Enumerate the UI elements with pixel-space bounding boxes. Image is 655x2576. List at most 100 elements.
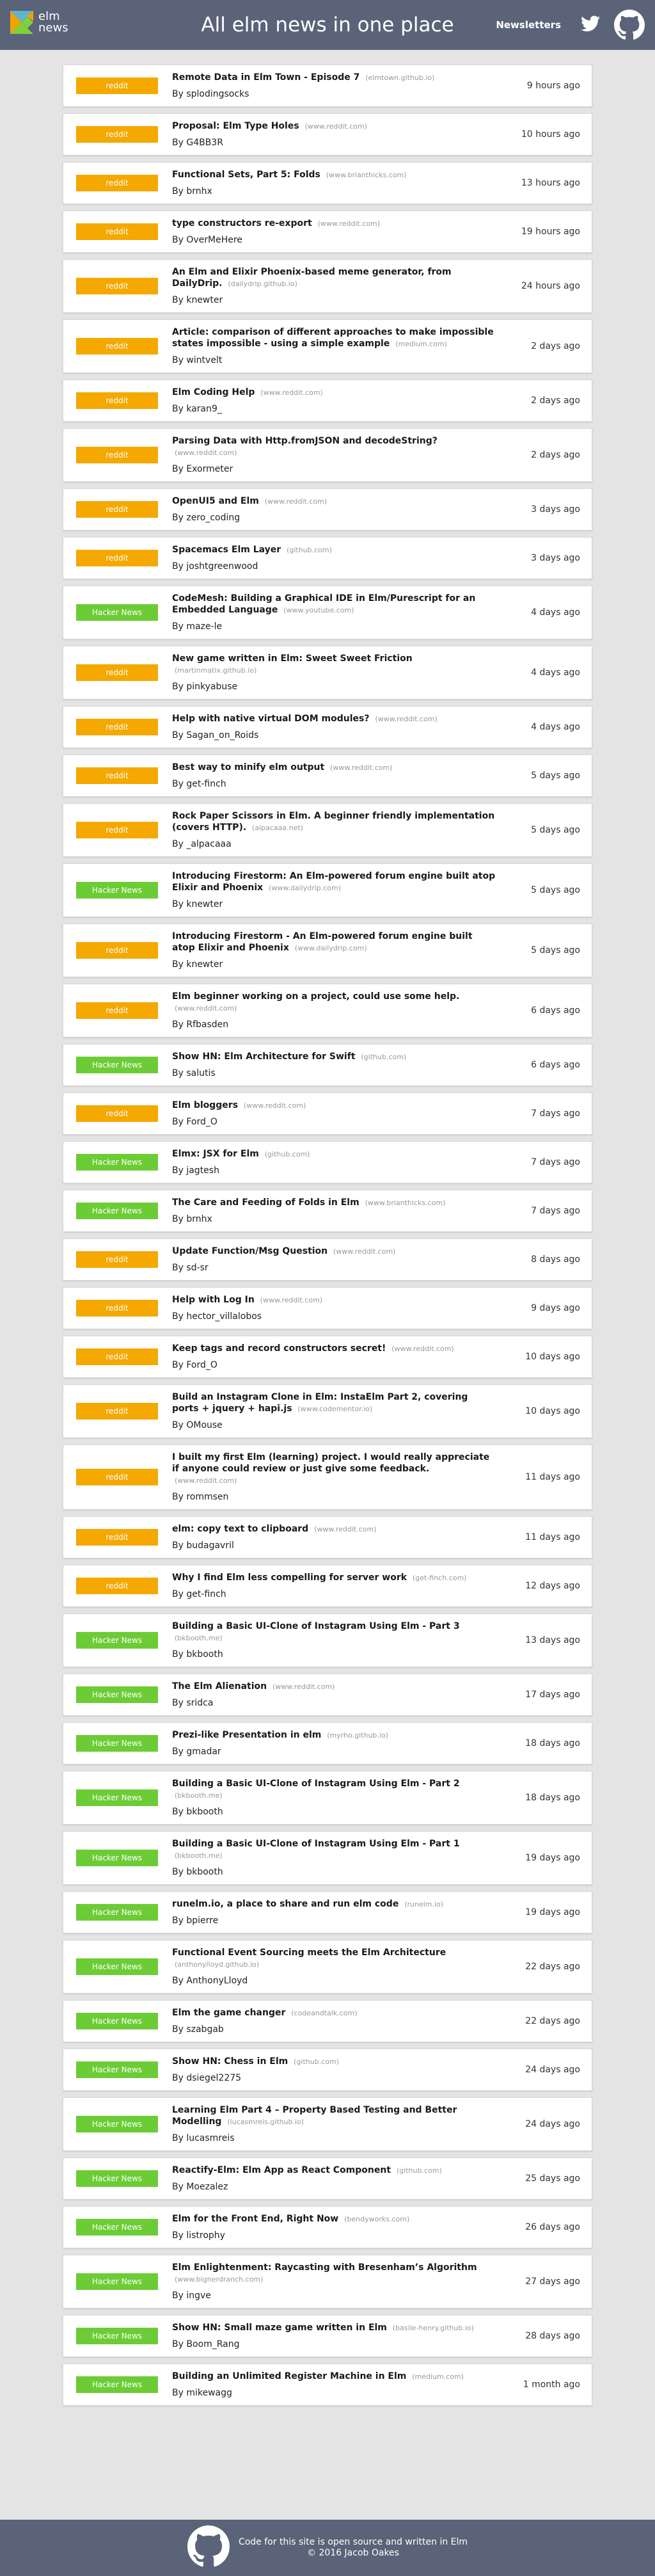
source-badge-link[interactable]: reddit bbox=[76, 223, 158, 240]
source-badge-link[interactable]: Hacker News bbox=[76, 2376, 158, 2393]
news-title-link[interactable]: Show HN: Elm Architecture for Swift bbox=[172, 1052, 356, 1062]
news-title-link[interactable]: type constructors re-export bbox=[172, 218, 312, 228]
source-badge-link[interactable]: reddit bbox=[76, 1105, 158, 1122]
news-title-link[interactable]: Elmx: JSX for Elm bbox=[172, 1149, 259, 1159]
news-domain: (www.reddit.com) bbox=[175, 1476, 237, 1485]
source-badge-link[interactable]: reddit bbox=[76, 942, 158, 959]
news-title-link[interactable]: An Elm and Elixir Phoenix-based meme gen… bbox=[172, 267, 452, 289]
news-title-link[interactable]: Elm Enlightenment: Raycasting with Brese… bbox=[172, 2262, 477, 2273]
source-badge-link[interactable]: Hacker News bbox=[76, 1789, 158, 1806]
source-badge-link[interactable]: reddit bbox=[76, 1348, 158, 1365]
news-title-link[interactable]: Help with native virtual DOM modules? bbox=[172, 714, 369, 724]
news-title-link[interactable]: Show HN: Chess in Elm bbox=[172, 2056, 288, 2067]
news-title-link[interactable]: Help with Log In bbox=[172, 1295, 255, 1305]
source-badge-link[interactable]: Hacker News bbox=[76, 1686, 158, 1703]
source-badge-link[interactable]: reddit bbox=[76, 1300, 158, 1316]
news-title-link[interactable]: New game written in Elm: Sweet Sweet Fri… bbox=[172, 653, 413, 664]
news-title-line: The Care and Feeding of Folds in Elm (ww… bbox=[172, 1197, 497, 1209]
source-badge-link[interactable]: Hacker News bbox=[76, 2013, 158, 2029]
news-title-link[interactable]: Functional Event Sourcing meets the Elm … bbox=[172, 1948, 446, 1958]
news-domain: (www.reddit.com) bbox=[175, 1004, 237, 1012]
source-badge-link[interactable]: Hacker News bbox=[76, 1203, 158, 1219]
source-badge-link[interactable]: reddit bbox=[76, 550, 158, 566]
news-title-link[interactable]: Learning Elm Part 4 – Property Based Tes… bbox=[172, 2105, 457, 2127]
news-title-link[interactable]: Show HN: Small maze game written in Elm bbox=[172, 2323, 387, 2333]
source-badge-link[interactable]: reddit bbox=[76, 1002, 158, 1019]
source-badge-link[interactable]: Hacker News bbox=[76, 2061, 158, 2078]
news-title-link[interactable]: Elm for the Front End, Right Now bbox=[172, 2214, 338, 2224]
source-badge-link[interactable]: reddit bbox=[76, 822, 158, 838]
source-badge-link[interactable]: Hacker News bbox=[76, 604, 158, 621]
news-title-link[interactable]: Proposal: Elm Type Holes bbox=[172, 121, 299, 131]
source-badge-link[interactable]: reddit bbox=[76, 392, 158, 409]
source-badge-link[interactable]: reddit bbox=[76, 664, 158, 681]
github-icon[interactable] bbox=[187, 2525, 230, 2570]
news-age: 18 days ago bbox=[525, 1793, 580, 1803]
source-badge-link[interactable]: reddit bbox=[76, 767, 158, 784]
news-title-link[interactable]: Functional Sets, Part 5: Folds bbox=[172, 170, 320, 180]
newsletters-link[interactable]: Newsletters bbox=[496, 19, 561, 31]
source-badge-link[interactable]: Hacker News bbox=[76, 1057, 158, 1073]
news-title-link[interactable]: Best way to minify elm output bbox=[172, 762, 324, 772]
source-badge-link[interactable]: reddit bbox=[76, 1578, 158, 1594]
source-badge-link[interactable]: Hacker News bbox=[76, 1904, 158, 1921]
source-badge-link[interactable]: reddit bbox=[76, 719, 158, 735]
news-title-link[interactable]: Parsing Data with Http.fromJSON and deco… bbox=[172, 436, 438, 446]
news-title-link[interactable]: Update Function/Msg Question bbox=[172, 1246, 328, 1256]
source-badge-link[interactable]: reddit bbox=[76, 1469, 158, 1485]
source-badge-link[interactable]: reddit bbox=[76, 1403, 158, 1420]
news-title-link[interactable]: runelm.io, a place to share and run elm … bbox=[172, 1899, 399, 1909]
source-badge-link[interactable]: reddit bbox=[76, 77, 158, 94]
news-title-link[interactable]: Prezi-like Presentation in elm bbox=[172, 1730, 321, 1740]
github-icon[interactable] bbox=[614, 10, 645, 43]
news-title-link[interactable]: Spacemacs Elm Layer bbox=[172, 545, 281, 555]
source-badge-link[interactable]: Hacker News bbox=[76, 1850, 158, 1866]
news-title-link[interactable]: I built my first Elm (learning) project.… bbox=[172, 1452, 489, 1474]
news-author: By bpierre bbox=[172, 1916, 219, 1926]
news-title-link[interactable]: Keep tags and record constructors secret… bbox=[172, 1343, 386, 1354]
news-title-link[interactable]: OpenUI5 and Elm bbox=[172, 496, 259, 506]
source-badge-link[interactable]: Hacker News bbox=[76, 1735, 158, 1752]
news-title-link[interactable]: Why I find Elm less compelling for serve… bbox=[172, 1572, 407, 1583]
news-title-link[interactable]: Elm bloggers bbox=[172, 1100, 238, 1110]
source-badge-link[interactable]: Hacker News bbox=[76, 2170, 158, 2187]
source-badge-link[interactable]: Hacker News bbox=[76, 2273, 158, 2290]
news-title-link[interactable]: Building a Basic UI-Clone of Instagram U… bbox=[172, 1621, 460, 1631]
source-badge-link[interactable]: Hacker News bbox=[76, 1154, 158, 1171]
source-badge-link[interactable]: reddit bbox=[76, 126, 158, 143]
source-badge-link[interactable]: reddit bbox=[76, 1251, 158, 1268]
news-title-link[interactable]: Elm the game changer bbox=[172, 2008, 285, 2018]
source-badge-link[interactable]: reddit bbox=[76, 338, 158, 355]
source-badge-link[interactable]: reddit bbox=[76, 278, 158, 294]
news-title-link[interactable]: The Elm Alienation bbox=[172, 1681, 267, 1692]
source-badge-link[interactable]: Hacker News bbox=[76, 882, 158, 899]
twitter-icon[interactable] bbox=[581, 15, 600, 35]
news-title-line: Build an Instagram Clone in Elm: InstaEl… bbox=[172, 1391, 497, 1415]
news-title-link[interactable]: Rock Paper Scissors in Elm. A beginner f… bbox=[172, 811, 494, 833]
news-title-link[interactable]: Elm beginner working on a project, could… bbox=[172, 991, 459, 1002]
source-badge-link[interactable]: Hacker News bbox=[76, 1632, 158, 1649]
news-title-link[interactable]: Building an Unlimited Register Machine i… bbox=[172, 2371, 406, 2381]
news-author: By knewter bbox=[172, 959, 223, 970]
news-info: Remote Data in Elm Town - Episode 7 (elm… bbox=[172, 72, 497, 100]
news-title-link[interactable]: Remote Data in Elm Town - Episode 7 bbox=[172, 72, 359, 83]
news-title-link[interactable]: The Care and Feeding of Folds in Elm bbox=[172, 1197, 359, 1208]
news-item: reddit Rock Paper Scissors in Elm. A begi… bbox=[63, 803, 592, 857]
source-badge-link[interactable]: reddit bbox=[76, 501, 158, 518]
source-badge-link[interactable]: Hacker News bbox=[76, 2328, 158, 2344]
source-badge-link[interactable]: Hacker News bbox=[76, 1958, 158, 1975]
source-badge-link[interactable]: reddit bbox=[76, 447, 158, 463]
news-title-link[interactable]: Building a Basic UI-Clone of Instagram U… bbox=[172, 1839, 460, 1849]
source-badge-link[interactable]: Hacker News bbox=[76, 2116, 158, 2132]
news-item: reddit Spacemacs Elm Layer (github.com) By… bbox=[63, 537, 592, 579]
news-age: 19 days ago bbox=[525, 1853, 580, 1863]
news-author: By joshtgreenwood bbox=[172, 561, 258, 572]
news-title-link[interactable]: Building a Basic UI-Clone of Instagram U… bbox=[172, 1779, 460, 1789]
source-badge-link[interactable]: reddit bbox=[76, 175, 158, 191]
source-badge-link[interactable]: Hacker News bbox=[76, 2219, 158, 2236]
source-badge-link[interactable]: reddit bbox=[76, 1529, 158, 1546]
news-title-link[interactable]: elm: copy text to clipboard bbox=[172, 1524, 308, 1534]
news-title-link[interactable]: Elm Coding Help bbox=[172, 387, 255, 397]
news-title-line: CodeMesh: Building a Graphical IDE in El… bbox=[172, 593, 497, 616]
news-title-link[interactable]: Reactify-Elm: Elm App as React Component bbox=[172, 2165, 391, 2175]
